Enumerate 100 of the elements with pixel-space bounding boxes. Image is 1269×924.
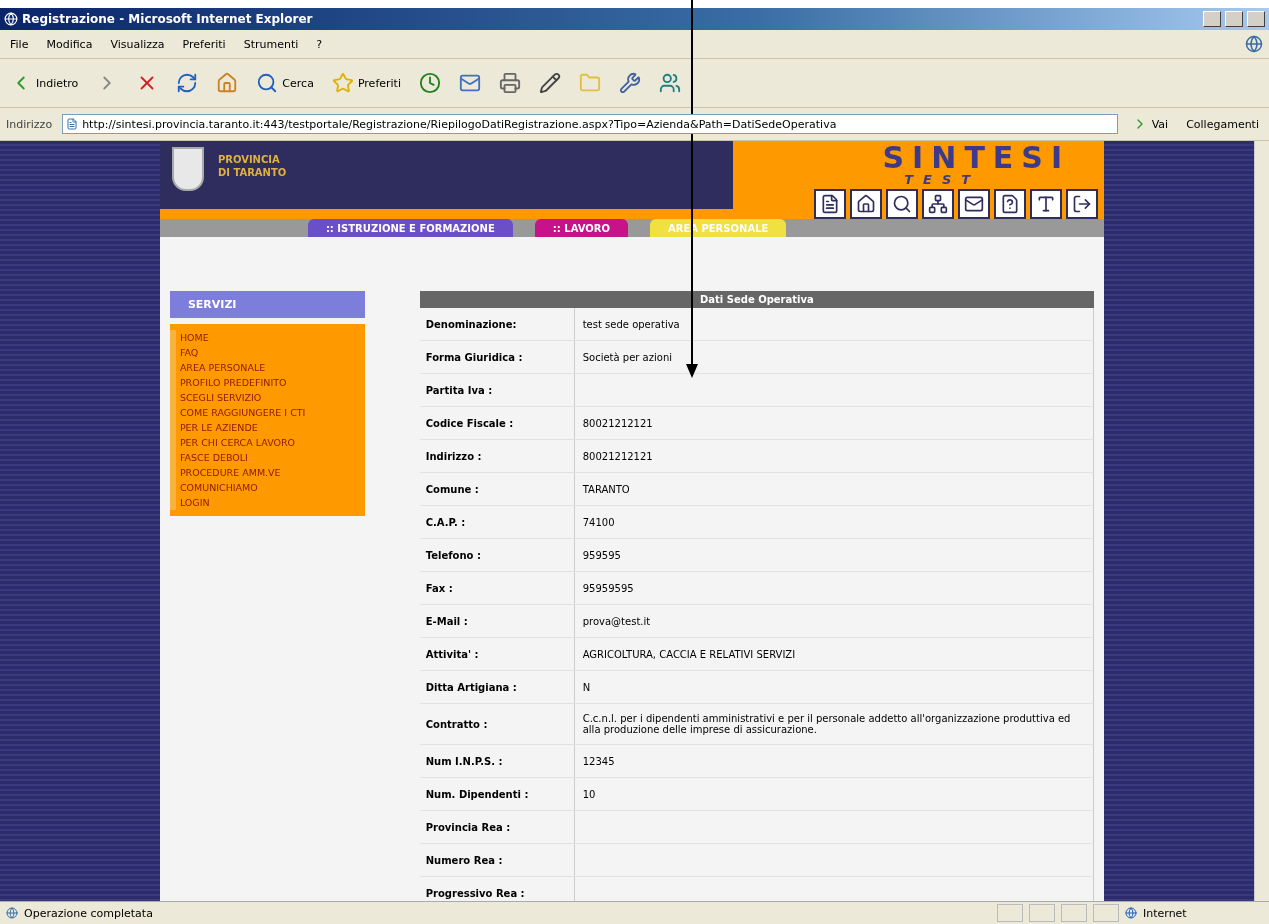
field-label: E-Mail : — [419, 605, 575, 637]
internet-icon — [1125, 907, 1137, 919]
mail-icon — [458, 72, 481, 94]
field-value: test sede operativa — [581, 317, 681, 332]
font-button[interactable] — [1030, 189, 1063, 219]
sidebar-item[interactable]: SCEGLI SERVIZIO — [169, 390, 365, 405]
sidebar-item[interactable]: COME RAGGIUNGERE I CTI — [169, 405, 365, 420]
field-label: Num I.N.P.S. : — [419, 745, 575, 777]
address-field[interactable]: http://sintesi.provincia.taranto.it:443/testportale/Registrazione/RiepilogoDatiRegistrazione.aspx?Tipo=Azienda&Path=DatiSedeOperativa — [62, 114, 1118, 134]
sidebar-item[interactable]: PROCEDURE AMM.VE — [169, 465, 365, 480]
nav-tab[interactable]: :: ISTRUZIONE E FORMAZIONE — [307, 219, 513, 237]
document-icon — [820, 194, 841, 214]
search-button[interactable] — [886, 189, 919, 219]
sidebar-item[interactable]: COMUNICHIAMO — [169, 480, 365, 495]
sidebar-item[interactable]: AREA PERSONALE — [169, 360, 365, 375]
field-label: Attivita' : — [419, 638, 575, 670]
sidebar-item[interactable]: PER CHI CERCA LAVORO — [169, 435, 365, 450]
go-button[interactable]: Vai — [1127, 114, 1173, 134]
field-value: TARANTO — [581, 482, 631, 497]
favorites-button[interactable]: Preferiti — [327, 70, 405, 96]
field-value: 10 — [581, 787, 597, 802]
network-button[interactable] — [922, 189, 955, 219]
mail-icon — [964, 194, 985, 214]
field-label: Telefono : — [419, 539, 575, 571]
favorites-icon — [331, 72, 354, 94]
font-icon — [1036, 194, 1057, 214]
search-icon — [892, 194, 913, 214]
field-value: 80021212121 — [581, 416, 654, 431]
document-button[interactable] — [814, 189, 847, 219]
field-label: Numero Rea : — [419, 844, 575, 876]
field-value: 959595 — [581, 548, 622, 563]
scrollbar[interactable] — [1254, 141, 1269, 901]
field-value: 12345 — [581, 754, 616, 769]
crest-icon — [171, 147, 204, 191]
status-pane — [1029, 904, 1055, 922]
sidebar-item[interactable]: FAQ — [169, 345, 365, 360]
mail-button[interactable] — [958, 189, 991, 219]
field-value: Società per azioni — [581, 350, 673, 365]
field-label: Num. Dipendenti : — [419, 778, 575, 810]
field-label: C.A.P. : — [419, 506, 575, 538]
menu-item[interactable]: File — [6, 35, 33, 53]
address-label: Indirizzo — [6, 117, 53, 131]
field-label: Forma Giuridica : — [419, 341, 575, 373]
field-value: 74100 — [581, 515, 616, 530]
field-value: C.c.n.l. per i dipendenti amministrativi e per il personale addetto all'organizzazione produttiva ed alla produzione delle imprese di assicurazione. — [581, 712, 1072, 737]
sidebar-item[interactable]: PROFILO PREDEFINITO — [169, 375, 365, 390]
field-label: Codice Fiscale : — [419, 407, 575, 439]
help-button[interactable] — [994, 189, 1027, 219]
status-pane — [1061, 904, 1087, 922]
menu-item[interactable]: Preferiti — [178, 35, 230, 53]
edit-icon — [538, 72, 561, 94]
menu-item[interactable]: Strumenti — [239, 35, 303, 53]
minimize-button[interactable] — [1203, 11, 1221, 27]
search-button[interactable]: Cerca — [252, 70, 318, 96]
field-label: Provincia Rea : — [419, 811, 575, 843]
address-text: http://sintesi.provincia.taranto.it:443/testportale/Registrazione/RiepilogoDatiRegistrazione.aspx?Tipo=Azienda&Path=DatiSedeOperativa — [82, 117, 837, 131]
sidebar-title: SERVIZI — [169, 291, 365, 318]
refresh-icon — [176, 72, 199, 94]
window-title: Registrazione - Microsoft Internet Explorer — [22, 12, 314, 26]
table-title: Dati Sede Operativa — [419, 291, 1095, 308]
status-text: Operazione completata — [24, 906, 153, 920]
print-icon — [498, 72, 521, 94]
history-icon — [418, 72, 441, 94]
logo-subtitle: TEST — [904, 173, 981, 187]
field-label: Comune : — [419, 473, 575, 505]
network-icon — [928, 194, 949, 214]
field-label: Contratto : — [419, 704, 575, 744]
status-pane — [997, 904, 1023, 922]
field-label: Fax : — [419, 572, 575, 604]
field-value: 80021212121 — [581, 449, 654, 464]
field-label: Indirizzo : — [419, 440, 575, 472]
home-icon — [856, 194, 877, 214]
maximize-button[interactable] — [1225, 11, 1243, 27]
exit-icon — [1072, 194, 1093, 214]
sidebar-item[interactable]: LOGIN — [169, 495, 365, 510]
logo-text: SINTESI — [882, 143, 1071, 173]
province-name: PROVINCIA DI TARANTO — [217, 153, 287, 179]
nav-tab[interactable]: :: LAVORO — [534, 219, 628, 237]
back-button[interactable]: Indietro — [6, 70, 83, 96]
field-value: 95959595 — [581, 581, 635, 596]
menu-item[interactable]: ? — [312, 35, 327, 53]
home-button[interactable] — [850, 189, 883, 219]
folder-icon — [578, 72, 601, 94]
sidebar-item[interactable]: FASCE DEBOLI — [169, 450, 365, 465]
menu-item[interactable]: Modifica — [42, 35, 97, 53]
zone-text: Internet — [1143, 906, 1188, 920]
sidebar-item[interactable]: HOME — [169, 330, 365, 345]
tools-icon — [618, 72, 641, 94]
field-label: Partita Iva : — [419, 374, 575, 406]
links-button[interactable]: Collegamenti — [1182, 115, 1263, 133]
field-value: prova@test.it — [581, 614, 652, 629]
menu-item[interactable]: Visualizza — [106, 35, 169, 53]
search-icon — [256, 72, 279, 94]
field-label: Denominazione: — [419, 308, 575, 340]
field-value: N — [581, 680, 592, 695]
sidebar-item[interactable]: PER LE AZIENDE — [169, 420, 365, 435]
home-icon — [216, 72, 239, 94]
exit-button[interactable] — [1066, 189, 1099, 219]
browser-icon — [4, 12, 18, 26]
close-button[interactable] — [1247, 11, 1265, 27]
